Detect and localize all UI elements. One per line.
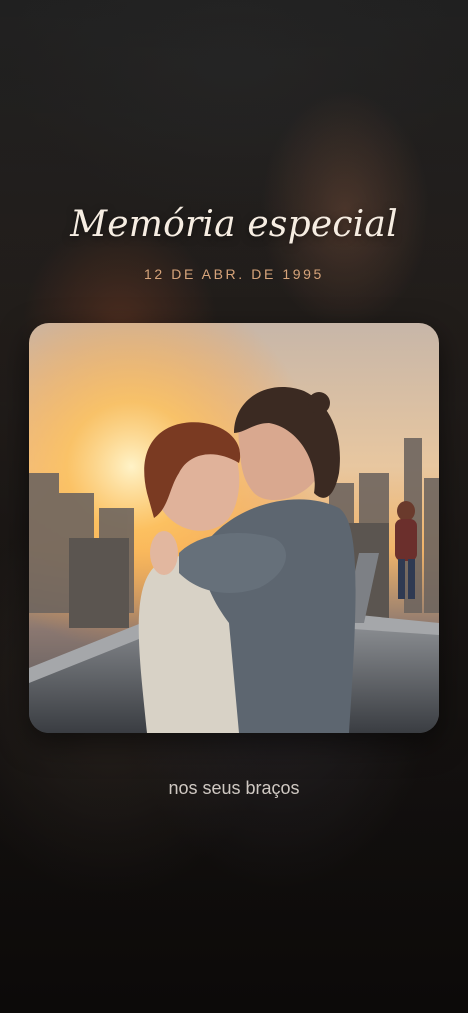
photo-illustration [29, 323, 439, 733]
memory-screen: Memória especial 12 DE ABR. DE 1995 nos … [0, 0, 468, 1013]
memory-date: 12 DE ABR. DE 1995 [144, 266, 324, 282]
memory-photo[interactable] [29, 323, 439, 733]
memory-caption: nos seus braços [168, 778, 300, 798]
memory-title: Memória especial [70, 204, 398, 245]
